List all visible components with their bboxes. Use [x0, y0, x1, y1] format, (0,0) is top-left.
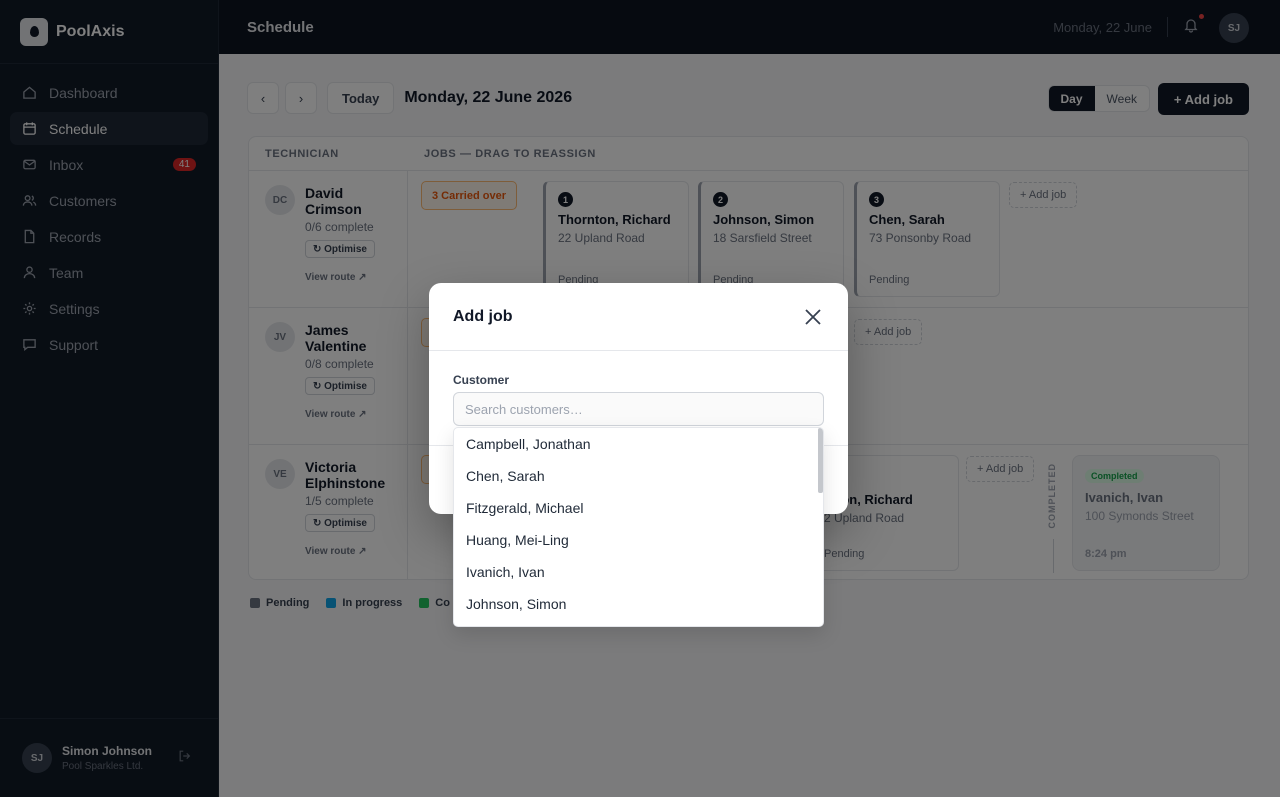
- modal-header: Add job: [429, 283, 848, 351]
- modal-title: Add job: [453, 307, 513, 325]
- customer-field-label: Customer: [453, 373, 510, 387]
- customer-option[interactable]: Huang, Mei-Ling: [454, 524, 823, 556]
- customer-dropdown: Campbell, Jonathan Chen, Sarah Fitzgeral…: [453, 427, 824, 627]
- dropdown-scrollbar[interactable]: [818, 428, 823, 493]
- customer-option[interactable]: Campbell, Jonathan: [454, 428, 823, 460]
- customer-option[interactable]: Fitzgerald, Michael: [454, 492, 823, 524]
- customer-search-input[interactable]: [453, 392, 824, 426]
- customer-option[interactable]: Ivanich, Ivan: [454, 556, 823, 588]
- customer-option[interactable]: Chen, Sarah: [454, 460, 823, 492]
- close-icon[interactable]: [804, 308, 822, 326]
- customer-option[interactable]: Johnson, Simon: [454, 588, 823, 620]
